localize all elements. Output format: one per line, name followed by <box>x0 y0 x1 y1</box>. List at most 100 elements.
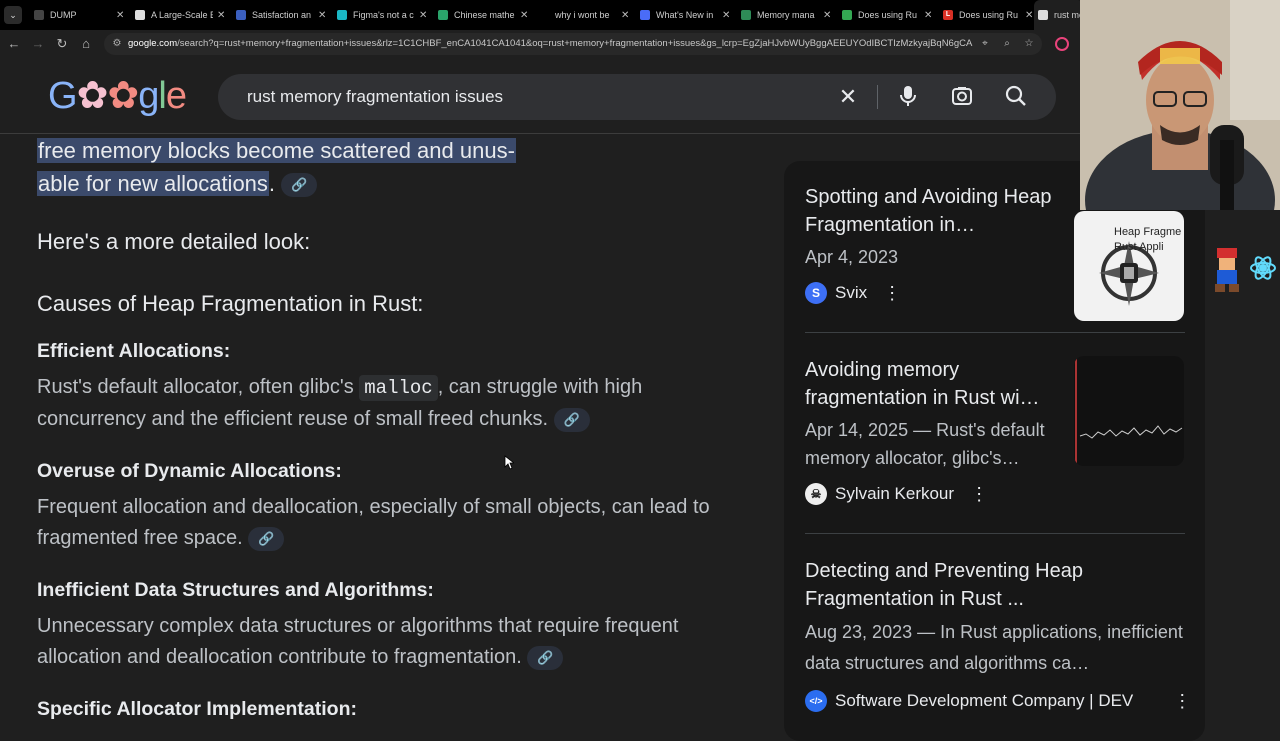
tab-close-icon[interactable]: ✕ <box>924 10 932 21</box>
browser-tab[interactable]: L Does using Ru ✕ <box>939 0 1043 30</box>
browser-tab[interactable]: Figma's not a c ✕ <box>333 0 437 30</box>
profile-avatar[interactable] <box>1055 37 1069 51</box>
browser-tab[interactable]: rust me <box>1034 0 1084 30</box>
source-thumbnail[interactable]: Heap Fragme Rust Appli <box>1074 211 1184 321</box>
tab-favicon-icon <box>539 10 549 20</box>
search-icon[interactable] <box>1004 85 1028 109</box>
mario-react-emote-icon <box>1215 248 1276 292</box>
zoom-icon[interactable]: ⌕ <box>1000 37 1014 51</box>
home-icon[interactable]: ⌂ <box>76 34 96 54</box>
sources-panel: Spotting and Avoiding Heap Fragmentation… <box>784 161 1205 741</box>
tab-close-icon[interactable]: ✕ <box>722 10 730 21</box>
search-box[interactable]: rust memory fragmentation issues ✕ <box>218 74 1056 120</box>
source-thumbnail[interactable] <box>1074 356 1184 466</box>
source-card[interactable]: Detecting and Preventing Heap Fragmentat… <box>805 557 1191 717</box>
thumbnail-caption: Heap Fragme Rust Appli <box>1114 226 1182 253</box>
tab-favicon-icon <box>640 10 650 20</box>
browser-tab[interactable]: Memory mana ✕ <box>737 0 841 30</box>
more-options-icon[interactable]: ⋮ <box>1173 689 1191 713</box>
source-link-icon[interactable]: 🔗 <box>248 526 285 551</box>
tab-close-icon[interactable]: ✕ <box>318 10 326 21</box>
card-divider <box>805 332 1185 333</box>
tab-title: Memory mana <box>757 10 815 20</box>
code-malloc: malloc <box>359 375 438 401</box>
tab-title: Figma's not a c <box>353 10 414 20</box>
browser-tab[interactable]: A Large-Scale E ✕ <box>131 0 235 30</box>
url-text[interactable]: google.com/search?q=rust+memory+fragment… <box>128 33 973 55</box>
source-site: S Svix ⋮ <box>805 281 901 305</box>
browser-tab[interactable]: why i wont be ✕ <box>535 0 639 30</box>
highlight-line-2: able for new allocations. 🔗 <box>37 167 318 200</box>
tab-title: Chinese mathe <box>454 10 515 20</box>
address-bar[interactable]: ⚙ google.com/search?q=rust+memory+fragme… <box>104 33 1042 55</box>
tab-favicon-icon <box>236 10 246 20</box>
tab-close-icon[interactable]: ✕ <box>1025 10 1033 21</box>
browser-tab[interactable]: DUMP ✕ <box>30 0 134 30</box>
source-site: ☠ Sylvain Kerkour ⋮ <box>805 482 988 506</box>
section-text: Frequent allocation and deallocation, es… <box>37 496 710 551</box>
browser-toolbar: ← → ↻ ⌂ ⚙ google.com/search?q=rust+memor… <box>0 30 1080 58</box>
source-title[interactable]: Spotting and Avoiding Heap Fragmentation… <box>805 183 1060 239</box>
source-link-icon[interactable]: 🔗 <box>281 173 318 198</box>
search-divider <box>877 85 878 109</box>
more-options-icon[interactable]: ⋮ <box>883 281 901 305</box>
tab-title: What's New in <box>656 10 714 20</box>
section-text: Unnecessary complex data structures or a… <box>37 615 679 670</box>
tab-close-icon[interactable]: ✕ <box>823 10 831 21</box>
back-icon[interactable]: ← <box>4 34 24 54</box>
tab-favicon-icon <box>34 10 44 20</box>
microphone-icon[interactable] <box>896 85 920 109</box>
mouse-cursor-icon <box>504 455 514 470</box>
lens-camera-icon[interactable] <box>950 85 974 109</box>
bookmark-star-icon[interactable]: ☆ <box>1022 37 1036 51</box>
tab-favicon-icon <box>741 10 751 20</box>
source-date: Aug 23, 2023 — In Rust applications, ine… <box>805 622 1183 673</box>
skull-icon: ☠ <box>805 483 827 505</box>
location-icon[interactable]: ⌖ <box>978 37 992 51</box>
tab-favicon-icon: L <box>943 10 953 20</box>
tab-close-icon[interactable]: ✕ <box>419 10 427 21</box>
detailed-look-heading: Here's a more detailed look: <box>37 229 311 254</box>
card-divider <box>805 533 1185 534</box>
source-title[interactable]: Avoiding memory fragmentation in Rust wi… <box>805 356 1060 412</box>
section-title: Efficient Allocations: <box>37 340 231 362</box>
source-site: </> Software Development Company | DEV ⋮ <box>805 689 1191 713</box>
svix-icon: S <box>805 282 827 304</box>
webcam-overlay <box>1080 0 1280 210</box>
section-text: Rust's default allocator, often glibc's … <box>37 375 643 432</box>
search-header: G✿✿gle rust memory fragmentation issues … <box>0 60 1080 134</box>
tab-title: Satisfaction an <box>252 10 312 20</box>
tab-search-icon[interactable]: ⌄ <box>4 6 22 24</box>
forward-icon[interactable]: → <box>28 34 48 54</box>
causes-heading: Causes of Heap Fragmentation in Rust: <box>37 291 424 316</box>
browser-tab[interactable]: Does using Ru ✕ <box>838 0 942 30</box>
source-card[interactable]: Avoiding memory fragmentation in Rust wi… <box>805 356 1185 506</box>
reload-icon[interactable]: ↻ <box>52 34 72 54</box>
tab-title: A Large-Scale E <box>151 10 213 20</box>
tab-close-icon[interactable]: ✕ <box>217 10 225 21</box>
dev-code-icon: </> <box>805 690 827 712</box>
tab-favicon-icon <box>135 10 145 20</box>
source-link-icon[interactable]: 🔗 <box>527 645 564 670</box>
browser-tab[interactable]: Satisfaction an ✕ <box>232 0 336 30</box>
source-title[interactable]: Detecting and Preventing Heap Fragmentat… <box>805 557 1185 613</box>
tab-close-icon[interactable]: ✕ <box>621 10 629 21</box>
tab-close-icon[interactable]: ✕ <box>520 10 528 21</box>
source-date: Apr 14, 2025 — Rust's default memory all… <box>805 420 1045 468</box>
clear-icon[interactable]: ✕ <box>836 85 860 109</box>
section-title: Overuse of Dynamic Allocations: <box>37 460 342 482</box>
more-options-icon[interactable]: ⋮ <box>970 482 988 506</box>
tab-favicon-icon <box>1038 10 1048 20</box>
source-link-icon[interactable]: 🔗 <box>553 407 590 432</box>
site-info-icon[interactable]: ⚙ <box>110 37 124 51</box>
browser-tab[interactable]: What's New in ✕ <box>636 0 740 30</box>
highlight-line-1: free memory blocks become scattered and … <box>37 138 516 163</box>
tab-title: Does using Ru <box>959 10 1019 20</box>
tab-title: Does using Ru <box>858 10 918 20</box>
tab-favicon-icon <box>438 10 448 20</box>
google-doodle-logo[interactable]: G✿✿gle <box>48 76 187 116</box>
tab-close-icon[interactable]: ✕ <box>116 10 124 21</box>
search-input[interactable]: rust memory fragmentation issues <box>247 74 503 120</box>
section-title: Inefficient Data Structures and Algorith… <box>37 579 434 601</box>
browser-tab[interactable]: Chinese mathe ✕ <box>434 0 538 30</box>
